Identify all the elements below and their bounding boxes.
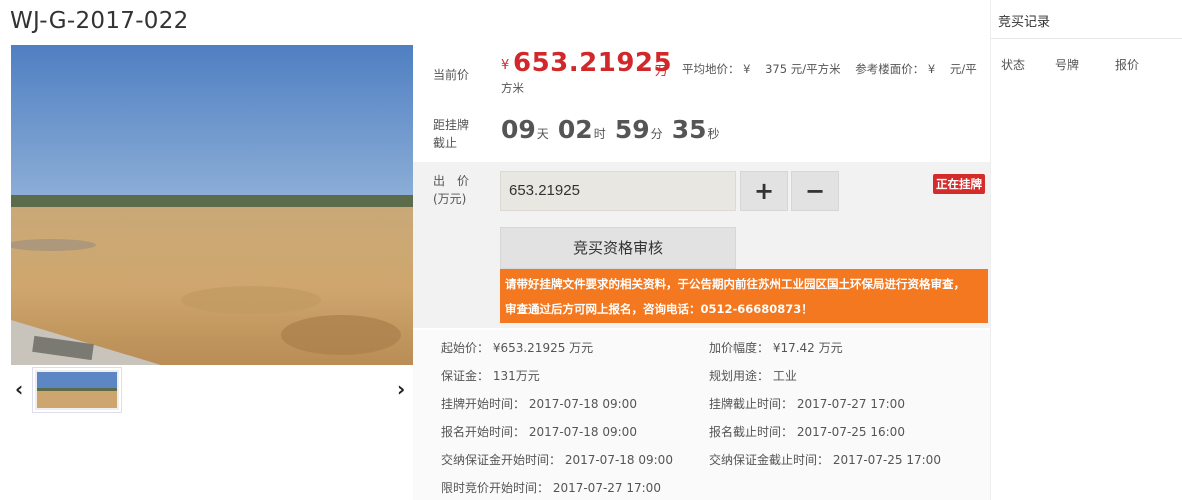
price-unit: 万 xyxy=(655,64,669,79)
bid-increment: 加价幅度： ¥17.42 万元 xyxy=(709,341,843,355)
listing-start-time: 挂牌开始时间： 2017-07-18 09:00 xyxy=(441,397,637,411)
signup-start-time: 报名开始时间： 2017-07-18 09:00 xyxy=(441,425,637,439)
current-price-value: 653.21925 xyxy=(513,48,673,78)
timed-bid-start-time: 限时竞价开始时间： 2017-07-27 17:00 xyxy=(441,481,661,495)
listing-details: 起始价： ¥653.21925 万元 加价幅度： ¥17.42 万元 保证金： … xyxy=(413,330,990,500)
qualification-notice: 请带好挂牌文件要求的相关资料，于公告期内前往苏州工业园区国土环保局进行资格审查，… xyxy=(500,269,988,323)
planned-usage: 规划用途： 工业 xyxy=(709,369,797,383)
countdown-hours-unit: 时 xyxy=(593,127,606,141)
bid-label-line1: 出 价 xyxy=(433,174,470,188)
qualification-review-button[interactable]: 竞买资格审核 xyxy=(500,227,736,269)
deposit-end-time: 交纳保证金截止时间： 2017-07-25 17:00 xyxy=(709,453,941,467)
ref-floor-price-currency: ¥ xyxy=(927,62,936,76)
average-land-price: 平均地价： ¥ 375 元/平方米 参考楼面价： ¥ 元/平 xyxy=(682,61,977,77)
signup-end-time: 报名截止时间： 2017-07-25 16:00 xyxy=(709,425,905,439)
notice-line2: 审查通过后方可网上报名，咨询电话：0512-66680873！ xyxy=(505,302,813,316)
countdown-hours: 02 xyxy=(557,115,593,144)
ref-floor-price-unit-wrap: 方米 xyxy=(501,81,524,95)
countdown-seconds: 35 xyxy=(671,115,707,144)
chevron-right-icon[interactable]: › xyxy=(397,377,405,401)
start-price: 起始价： ¥653.21925 万元 xyxy=(441,341,594,355)
column-header-status: 状态 xyxy=(1001,58,1026,72)
avg-price-currency: ¥ xyxy=(743,62,751,76)
countdown-label-line1: 距挂牌 xyxy=(433,118,470,132)
countdown-days: 09 xyxy=(501,115,536,144)
ref-floor-price-unit: 元/平 xyxy=(949,62,977,76)
chevron-left-icon[interactable]: ‹ xyxy=(15,377,23,401)
listing-end-time: 挂牌截止时间： 2017-07-27 17:00 xyxy=(709,397,905,411)
decrease-bid-button[interactable]: − xyxy=(791,171,839,211)
bid-label: 出 价 (万元) xyxy=(433,172,469,208)
countdown-section: 距挂牌 截止 09天 02时 59分 35秒 xyxy=(413,112,990,162)
countdown-label-line2: 截止 xyxy=(433,136,458,150)
notice-line1: 请带好挂牌文件要求的相关资料，于公告期内前往苏州工业园区国土环保局进行资格审查， xyxy=(505,277,965,291)
bid-label-line2: (万元) xyxy=(433,192,467,206)
thumbnail-strip: ‹ › xyxy=(11,365,413,413)
price-currency: ¥ xyxy=(501,58,510,73)
current-price-label: 当前价 xyxy=(433,68,470,82)
current-price-section: 当前价 ¥ 653.21925 万 平均地价： ¥ 375 元/平方米 参考楼面… xyxy=(413,46,990,106)
bid-records-panel: 竞买记录 状态 号牌 报价 xyxy=(990,0,1182,500)
countdown-minutes: 59 xyxy=(614,115,650,144)
page-title: WJ-G-2017-022 xyxy=(10,8,189,34)
status-badge: 正在挂牌 xyxy=(933,174,985,194)
bid-panel: 出 价 (万元) 653.21925 + − 正在挂牌 竞买资格审核 请带好挂牌… xyxy=(413,162,990,328)
ref-floor-price-label: 参考楼面价： xyxy=(855,62,925,76)
thumbnail-image[interactable] xyxy=(32,367,122,413)
bid-records-title: 竞买记录 xyxy=(998,15,1051,30)
increase-bid-button[interactable]: + xyxy=(740,171,788,211)
divider xyxy=(991,38,1182,39)
countdown-seconds-unit: 秒 xyxy=(707,127,720,141)
countdown-minutes-unit: 分 xyxy=(650,127,663,141)
deposit-start-time: 交纳保证金开始时间： 2017-07-18 09:00 xyxy=(441,453,673,467)
column-header-paddle: 号牌 xyxy=(1055,58,1080,72)
column-header-bid: 报价 xyxy=(1115,58,1140,72)
avg-price-label: 平均地价： xyxy=(682,62,740,76)
countdown-timer: 09天 02时 59分 35秒 xyxy=(501,115,724,144)
countdown-days-unit: 天 xyxy=(536,127,549,141)
avg-price-value: 375 元/平方米 xyxy=(765,62,841,76)
countdown-label: 距挂牌 截止 xyxy=(433,116,469,152)
land-photo xyxy=(11,45,413,365)
bid-amount-input[interactable]: 653.21925 xyxy=(500,171,736,211)
deposit-amount: 保证金： 131万元 xyxy=(441,369,540,383)
